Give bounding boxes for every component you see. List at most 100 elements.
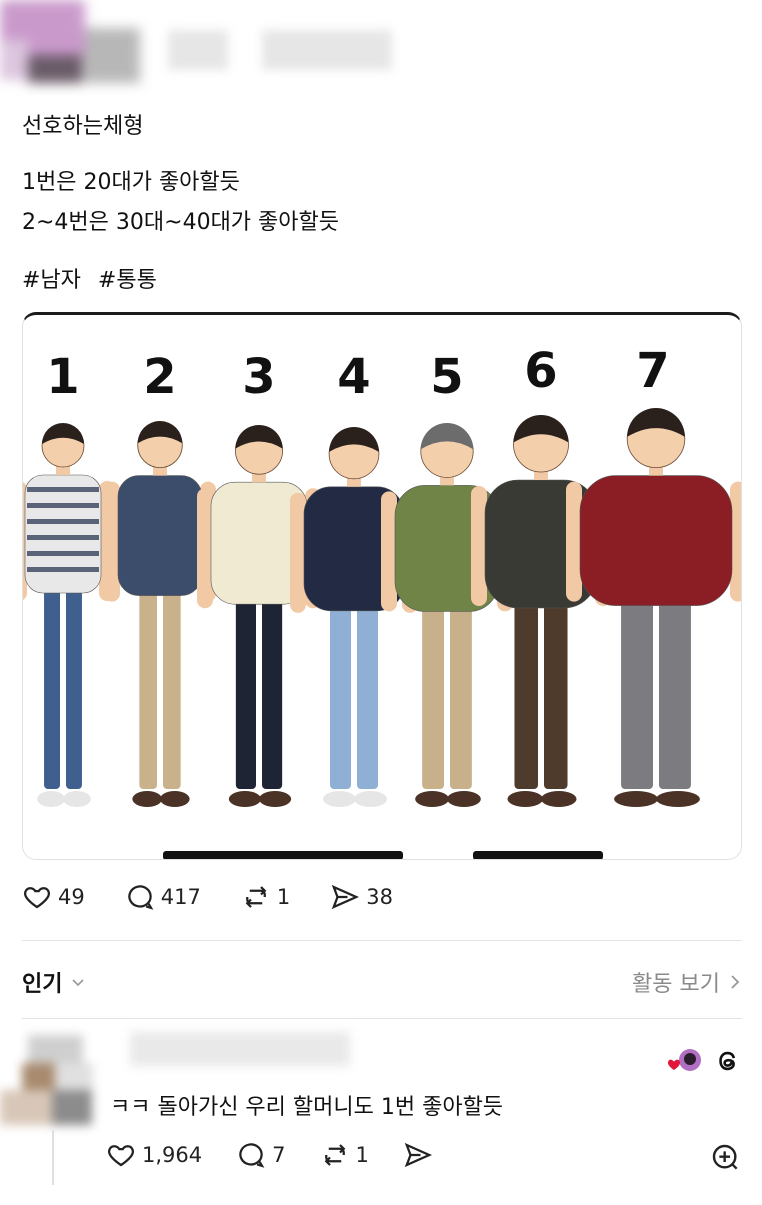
figure-pants [330,606,351,789]
like-count: 49 [58,885,85,909]
figure-arm [471,486,487,606]
cropped-caption [473,851,603,859]
figure-pants [514,604,538,789]
reply-repost-button[interactable]: 1 [320,1140,369,1170]
reply-comment-button[interactable]: 7 [236,1140,286,1170]
activity-label: 활동 보기 [632,972,720,997]
figure-shoe [132,791,162,807]
figure-shoe [323,791,356,807]
figure-number-label: 2 [143,349,176,405]
chevron-down-icon [72,979,85,987]
hashtag-chubby[interactable]: #통통 [98,268,157,293]
figure-pants [544,604,568,789]
sort-label: 인기 [22,972,63,997]
author-name-blurred[interactable] [168,30,228,70]
figure-number-label: 3 [242,349,275,405]
figure-pants [450,607,472,789]
figure-arm [381,491,397,612]
post-title: 선호하는체형 [22,114,144,139]
reply-like-button[interactable]: 1,964 [106,1140,202,1170]
shirt-stripe [27,535,99,540]
figure-pants [163,591,181,789]
reply-text: ㅋㅋ 돌아가신 우리 할머니도 1번 좋아할듯 [110,1095,504,1120]
hashtag-list: #남자 #통통 [22,262,167,294]
add-circle-icon[interactable] [710,1142,742,1178]
shirt-stripe [27,551,99,556]
figure-shoe [259,791,292,807]
thread-line [52,1130,54,1185]
reply-actions: 1,964 7 1 [106,1140,473,1170]
shirt-stripe [27,487,99,492]
figure-arm [290,492,306,613]
figure-shoe [614,791,658,807]
figure-number-label: 6 [524,343,557,399]
comment-button[interactable]: 417 [125,882,201,912]
figure-shoe [507,791,543,807]
repost-button[interactable]: 1 [241,882,290,912]
figure-number-label: 7 [636,343,669,399]
figure-shoe [37,791,65,807]
repost-icon [324,1144,345,1166]
chevron-right-icon [731,975,740,989]
share-button[interactable]: 38 [330,882,393,912]
figure-shoe [447,791,481,807]
view-activity-link[interactable]: 활동 보기 [632,966,742,998]
shirt-stripe [27,519,99,524]
figure-shirt [117,475,203,596]
send-icon [331,884,360,910]
heart-badge-icon [668,1049,701,1071]
figure-pants [357,606,378,789]
post-image[interactable]: 1 2 3 4 5 6 7 [22,312,742,860]
reply-avatar[interactable] [0,1035,95,1130]
threads-logo-icon[interactable] [714,1046,742,1076]
heart-icon [24,887,50,909]
figure-shoe [541,791,577,807]
reply-comment-count: 7 [272,1143,286,1167]
repost-icon [245,886,267,908]
figure-arm [566,481,582,602]
figure-shoe [354,791,387,807]
heart-icon [108,1145,134,1167]
author-avatar[interactable] [0,0,140,100]
figure-shoe [656,791,700,807]
reply-author-blurred[interactable] [130,1032,350,1066]
figure-pants [621,601,653,789]
body-type-illustration: 1 2 3 4 5 6 7 [23,343,741,859]
figure-shoe [228,791,261,807]
figure-arm [197,488,213,609]
repost-count: 1 [276,885,291,909]
comment-count: 417 [160,885,201,909]
reply-repost-count: 1 [355,1143,369,1167]
comment-bubble-icon [127,885,154,910]
post-line-1: 1번은 20대가 좋아할듯 [22,170,240,195]
figure-pants [422,607,444,789]
figure-shirt [579,475,733,606]
reply-badges [664,1046,742,1076]
comment-bubble-icon [239,1143,265,1168]
divider [22,1018,742,1019]
send-icon [404,1142,432,1168]
figure-number-label: 4 [337,349,370,405]
figure-pants [659,601,691,789]
figure-shoe [415,791,449,807]
reply-like-count: 1,964 [142,1143,203,1167]
figure-number-label: 1 [46,349,79,405]
figure-pants [139,591,157,789]
author-meta-blurred [262,30,392,70]
figure-shoe [160,791,190,807]
hashtag-man[interactable]: #남자 [22,268,81,293]
figure-pants [44,589,60,789]
sort-dropdown[interactable]: 인기 [22,966,86,998]
shirt-stripe [27,567,99,572]
reply-share-button[interactable] [403,1140,439,1170]
figure-number-label: 5 [430,349,463,405]
figure-shoe [63,791,91,807]
shirt-stripe [27,503,99,508]
figure-pants [235,600,256,789]
post-actions: 49 417 1 38 [22,882,433,912]
cropped-caption [163,851,403,859]
divider [22,940,742,941]
figure-pants [262,600,283,789]
like-button[interactable]: 49 [22,882,85,912]
figure-shirt [24,474,102,594]
